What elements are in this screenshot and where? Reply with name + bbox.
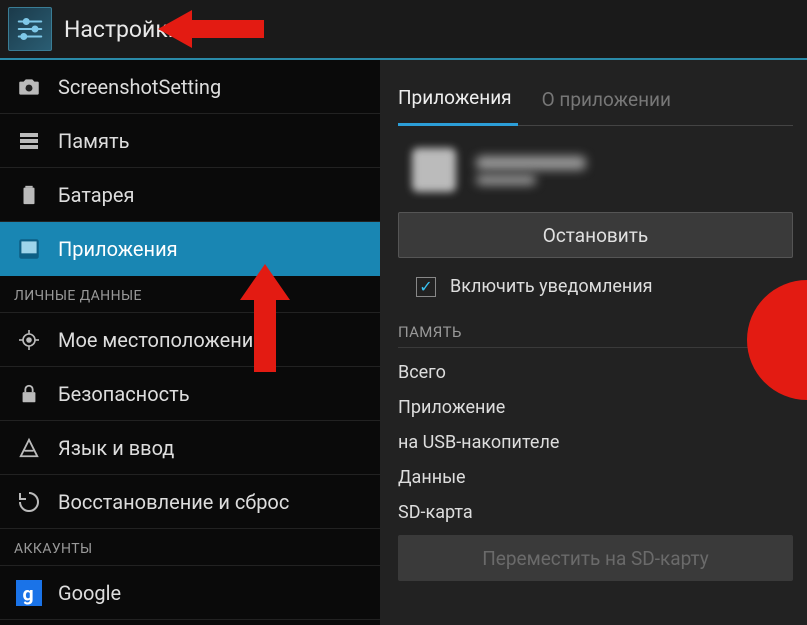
- sidebar-item-backup[interactable]: Восстановление и сброс: [0, 475, 380, 529]
- tab-apps[interactable]: Приложения: [398, 76, 518, 126]
- app-name-blurred: [476, 151, 586, 190]
- sidebar: ScreenshotSetting Память Батарея Приложе…: [0, 60, 380, 625]
- sidebar-item-label: Язык и ввод: [58, 436, 174, 460]
- sidebar-item-security[interactable]: Безопасность: [0, 367, 380, 421]
- row-total: Всего: [398, 356, 793, 391]
- row-sd: SD-карта: [398, 496, 793, 531]
- section-memory: ПАМЯТЬ: [398, 315, 793, 348]
- app-header: [398, 126, 793, 208]
- sidebar-item-battery[interactable]: Батарея: [0, 168, 380, 222]
- page-title: Настройки: [64, 16, 181, 43]
- keyboard-icon: [14, 433, 44, 463]
- battery-icon: [14, 180, 44, 210]
- sidebar-item-language[interactable]: Язык и ввод: [0, 421, 380, 475]
- sidebar-item-label: Приложения: [58, 237, 178, 261]
- sidebar-item-label: Память: [58, 129, 129, 153]
- sidebar-item-label: Батарея: [58, 183, 134, 207]
- stop-button[interactable]: Остановить: [398, 212, 793, 258]
- move-sd-button[interactable]: Переместить на SD-карту: [398, 535, 793, 581]
- storage-icon: [14, 126, 44, 156]
- checkbox-icon: ✓: [416, 277, 436, 297]
- sidebar-item-screenshot[interactable]: ScreenshotSetting: [0, 60, 380, 114]
- tab-about[interactable]: О приложении: [542, 78, 677, 125]
- sidebar-item-label: ScreenshotSetting: [58, 75, 221, 99]
- sidebar-item-label: Google: [58, 581, 121, 605]
- sidebar-item-google[interactable]: g Google: [0, 566, 380, 620]
- row-usb: на USB-накопителе: [398, 426, 793, 461]
- row-app: Приложение: [398, 391, 793, 426]
- row-data: Данные: [398, 461, 793, 496]
- sidebar-item-apps[interactable]: Приложения: [0, 222, 380, 276]
- app-icon: [412, 148, 456, 192]
- header: Настройки: [0, 0, 807, 60]
- sidebar-item-label: Восстановление и сброс: [58, 490, 289, 514]
- camera-icon: [14, 72, 44, 102]
- sidebar-item-location[interactable]: Мое местоположение: [0, 313, 380, 367]
- svg-text:g: g: [23, 582, 34, 605]
- google-icon: g: [14, 578, 44, 608]
- sidebar-section-accounts: АККАУНТЫ: [0, 529, 380, 566]
- sidebar-section-personal: ЛИЧНЫЕ ДАННЫЕ: [0, 276, 380, 313]
- settings-icon: [8, 7, 52, 51]
- notifications-label: Включить уведомления: [450, 276, 653, 297]
- sidebar-item-storage[interactable]: Память: [0, 114, 380, 168]
- backup-icon: [14, 487, 44, 517]
- location-icon: [14, 325, 44, 355]
- sidebar-item-label: Мое местоположение: [58, 328, 264, 352]
- apps-icon: [14, 234, 44, 264]
- detail-pane: Приложения О приложении Остановить ✓ Вкл…: [380, 60, 807, 625]
- tabs: Приложения О приложении: [398, 70, 793, 126]
- notifications-row[interactable]: ✓ Включить уведомления: [398, 272, 793, 315]
- sidebar-item-label: Безопасность: [58, 382, 190, 406]
- lock-icon: [14, 379, 44, 409]
